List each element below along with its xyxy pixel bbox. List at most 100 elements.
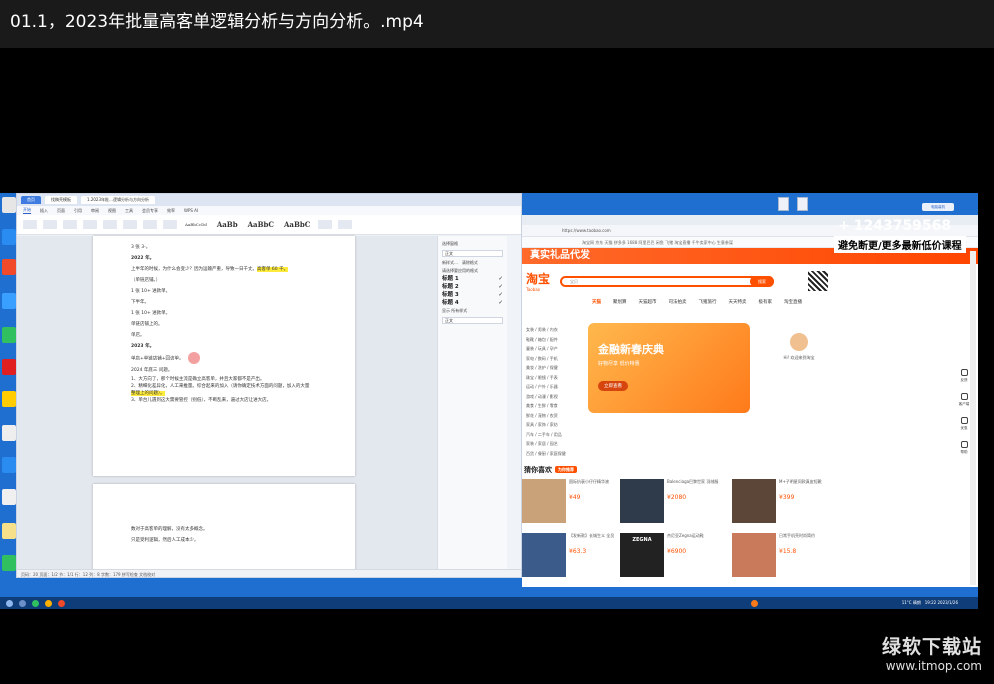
sidebar-category[interactable]: 鞋靴 / 箱包 / 配件 [526, 335, 582, 345]
menu-item[interactable]: WPS AI [184, 208, 198, 213]
menu-item[interactable]: 会员专享 [142, 208, 158, 214]
app-icon[interactable] [751, 599, 758, 607]
show-select[interactable]: 正文 [442, 317, 503, 324]
avatar[interactable] [790, 333, 808, 351]
category-link[interactable]: 司法拍卖 [669, 298, 687, 308]
search-icon[interactable] [19, 599, 26, 607]
menu-item[interactable]: 视图 [108, 208, 116, 214]
style-sample[interactable]: AaBbCcDd [183, 222, 209, 227]
desktop-icon[interactable] [2, 489, 16, 505]
sidebar-category[interactable]: 美妆 / 洗护 / 保健 [526, 363, 582, 373]
product-card[interactable]: 【发新款】长城生义 全员 ¥63.3 [522, 533, 628, 579]
taobao-logo[interactable]: 淘宝 Taobao [526, 270, 550, 292]
document-page[interactable]: 数对于高客单的理解，没有太多概念。 只是受利逻辑，然后人工成本少。 [93, 484, 355, 574]
sidebar-category[interactable]: 珠宝 / 眼镜 / 手表 [526, 373, 582, 383]
desktop-icon[interactable] [2, 391, 16, 407]
doc-right-toolbar[interactable] [507, 236, 521, 569]
tab-home[interactable]: 首页 [21, 196, 41, 204]
style-sample[interactable]: AaBbC [246, 220, 276, 229]
desktop-icon[interactable] [2, 229, 16, 245]
ribbon-button[interactable] [143, 220, 157, 229]
menu-item[interactable]: 审阅 [91, 208, 99, 214]
category-link[interactable]: 天猫超市 [639, 298, 657, 308]
sidebar-category[interactable]: 百货 / 餐厨 / 家庭保健 [526, 449, 582, 459]
desktop-icon[interactable] [2, 359, 16, 375]
app-icon[interactable] [58, 599, 65, 607]
desktop-icon[interactable] [2, 293, 16, 309]
scrollbar[interactable] [970, 251, 976, 585]
desktop-icon[interactable] [2, 555, 16, 571]
file-icon[interactable] [797, 197, 808, 211]
sidebar-category[interactable]: 女装 / 男装 / 内衣 [526, 325, 582, 335]
sidebar-category[interactable]: 游戏 / 动漫 / 影视 [526, 392, 582, 402]
category-link[interactable]: 天猫 [592, 298, 601, 308]
ribbon-button[interactable] [23, 220, 37, 229]
document-canvas[interactable]: 3 张 3-。 2022 年。 上半年的时候，为什么会变少？因为运输严重，导致一… [17, 236, 437, 574]
search-input[interactable]: 宝贝 搜索 [560, 275, 775, 287]
sidebar-category[interactable]: 汽车 / 二手车 / 用品 [526, 430, 582, 440]
menu-item[interactable]: 页面 [57, 208, 65, 214]
sidebar-category[interactable]: 运动 / 户外 / 乐器 [526, 382, 582, 392]
heading-style[interactable]: 标题 4 ✓ [442, 299, 503, 307]
desktop-icon[interactable] [2, 197, 16, 213]
style-sample[interactable]: AaBb [215, 220, 240, 229]
ribbon-button[interactable] [103, 220, 117, 229]
taskbar: 11°C 晴朗 19:22 2023/1/26 [0, 597, 978, 609]
tab-document[interactable]: 1.2023年批…逻辑分析与方向分析 [81, 196, 155, 204]
heading-style[interactable]: 标题 3 ✓ [442, 291, 503, 299]
desktop-icon[interactable] [2, 327, 16, 343]
brand-label: ZEGNA [632, 537, 652, 543]
doc-line: （单链店铺。） [131, 278, 161, 283]
taskbar-tray[interactable]: 11°C 晴朗 19:22 2023/1/26 [902, 598, 978, 608]
file-icon[interactable] [778, 197, 789, 211]
menu-item[interactable]: 开始 [23, 207, 31, 214]
check-icon: ✓ [498, 284, 503, 290]
sidebar-category[interactable]: 家电 / 数码 / 手机 [526, 354, 582, 364]
heading-style[interactable]: 标题 2 ✓ [442, 283, 503, 291]
search-button[interactable]: 搜索 [750, 275, 775, 287]
style-sample[interactable]: AaBbC [282, 220, 312, 229]
banner-button[interactable]: 立即查看 [598, 381, 628, 391]
sidebar-category[interactable]: 家具 / 家饰 / 家纺 [526, 420, 582, 430]
tab-templates[interactable]: 找稿壳模板 [45, 196, 77, 204]
doc-line: 下半年。 [131, 300, 149, 305]
category-link[interactable]: 飞猪旅行 [699, 298, 717, 308]
menu-item[interactable]: 效率 [167, 208, 175, 214]
contact-overlay: +1243759568 避免断更/更多最新低价课程 [834, 218, 978, 253]
ribbon-button[interactable] [318, 220, 333, 229]
heading-style[interactable]: 标题 1 ✓ [442, 275, 503, 283]
hero-banner[interactable]: 金融新春庆典 好物尽享 低价特惠 立即查看 [588, 323, 750, 413]
product-card[interactable]: 国际抗衰小仔仔精华液 ¥49 [522, 479, 628, 525]
ribbon-button[interactable] [123, 220, 137, 229]
desktop-icon[interactable] [2, 259, 16, 275]
desktop-icon[interactable] [2, 425, 16, 441]
ribbon-button[interactable] [338, 220, 353, 229]
menu-item[interactable]: 工具 [125, 208, 133, 214]
product-card[interactable]: 日常手机壳时尚简约 ¥15.8 [732, 533, 838, 579]
category-link[interactable]: 淘宝直播 [784, 298, 802, 308]
desktop-button[interactable]: 电脑装机 [922, 203, 954, 211]
ribbon-button[interactable] [163, 220, 177, 229]
app-icon[interactable] [45, 599, 52, 607]
desktop-icon[interactable] [2, 523, 16, 539]
category-link[interactable]: 聚划算 [613, 298, 627, 308]
desktop-icon[interactable] [2, 457, 16, 473]
category-link[interactable]: 极有家 [759, 298, 773, 308]
category-link[interactable]: 天天特卖 [729, 298, 747, 308]
menu-item[interactable]: 引用 [74, 208, 82, 214]
ribbon-button[interactable] [43, 220, 57, 229]
start-icon[interactable] [6, 599, 13, 607]
ribbon-button[interactable] [63, 220, 77, 229]
menu-item[interactable]: 插入 [40, 208, 48, 214]
style-field[interactable]: 正文 [442, 250, 503, 257]
sidebar-category[interactable]: 童装 / 玩具 / 孕产 [526, 344, 582, 354]
ribbon-button[interactable] [83, 220, 97, 229]
app-icon[interactable] [32, 599, 39, 607]
sidebar-category[interactable]: 家装 / 家居 / 园艺 [526, 439, 582, 449]
product-card[interactable]: Balenciaga巴黎世家 羽绒服 ¥2080 [620, 479, 726, 525]
sidebar-category[interactable]: 鲜花 / 宠物 / 农资 [526, 411, 582, 421]
sidebar-category[interactable]: 美食 / 生鲜 / 零食 [526, 401, 582, 411]
document-page[interactable]: 3 张 3-。 2022 年。 上半年的时候，为什么会变少？因为运输严重，导致一… [93, 236, 355, 476]
product-card[interactable]: M+子明星同款真皮短靴 ¥399 [732, 479, 838, 525]
product-card[interactable]: ZEGNA 杰尼亚Zegna运动鞋 ¥6900 [620, 533, 726, 579]
